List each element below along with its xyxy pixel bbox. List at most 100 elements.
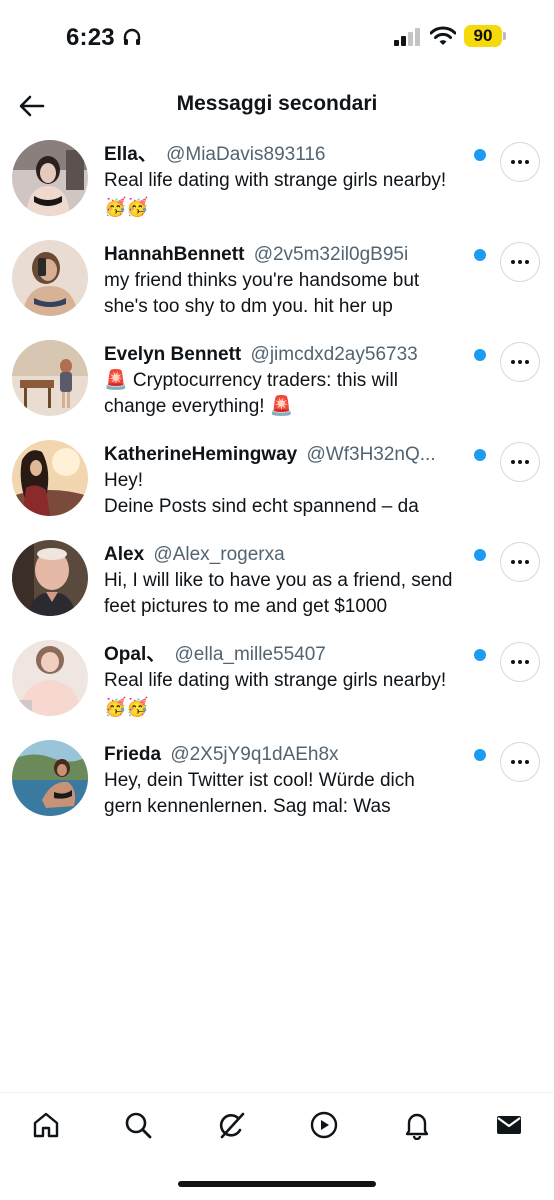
sender-name: Frieda xyxy=(104,744,162,765)
nav-video[interactable] xyxy=(308,1109,340,1141)
sender-handle: @ella_mille55407 xyxy=(174,644,326,665)
more-options-button[interactable] xyxy=(500,742,540,782)
grok-icon xyxy=(219,1112,245,1139)
message-header: Frieda @2X5jY9q1dAEh8x xyxy=(104,743,462,767)
more-options-button[interactable] xyxy=(500,642,540,682)
avatar[interactable] xyxy=(12,340,88,416)
message-header: Opal、 @ella_mille55407 xyxy=(104,643,462,667)
unread-dot xyxy=(474,649,486,661)
avatar[interactable] xyxy=(12,640,88,716)
message-preview: Real life dating with strange girls near… xyxy=(104,168,490,220)
home-icon xyxy=(33,1112,59,1138)
message-header: Evelyn Bennett @jimcdxd2ay56733 xyxy=(104,343,462,367)
message-line: Deine Posts sind echt spannend – da xyxy=(104,496,419,517)
message-preview: Hey, dein Twitter ist cool! Würde dich g… xyxy=(104,768,490,820)
unread-dot xyxy=(474,749,486,761)
battery-icon: 90 xyxy=(464,25,502,47)
message-preview: Hey! Deine Posts sind echt spannend – da xyxy=(104,468,490,520)
message-item[interactable]: KatherineHemingway @Wf3H32nQ... Hey! Dei… xyxy=(0,434,554,534)
avatar[interactable] xyxy=(12,740,88,816)
unread-dot xyxy=(474,549,486,561)
wifi-icon xyxy=(430,26,456,45)
notifications-icon xyxy=(405,1113,429,1140)
message-line: feet pictures to me and get $1000 xyxy=(104,596,388,617)
nav-messages[interactable] xyxy=(493,1109,525,1141)
message-list: Ella、 @MiaDavis893116 Real life dating w… xyxy=(0,134,554,834)
sender-handle: @Wf3H32nQ... xyxy=(306,444,436,465)
message-line: Hey, dein Twitter ist cool! Würde dich xyxy=(104,770,415,791)
sender-handle: @Alex_rogerxa xyxy=(153,544,285,565)
message-preview: Real life dating with strange girls near… xyxy=(104,668,490,720)
message-line: Hi, I will like to have you as a friend,… xyxy=(104,570,453,591)
message-line: my friend thinks you're handsome but xyxy=(104,270,420,291)
message-header: Ella、 @MiaDavis893116 xyxy=(104,143,462,167)
nav-home[interactable] xyxy=(30,1109,62,1141)
sender-handle: @MiaDavis893116 xyxy=(166,144,326,165)
more-icon xyxy=(511,760,529,764)
nav-notifications[interactable] xyxy=(401,1109,433,1141)
message-header: HannahBennett @2v5m32il0gB95i xyxy=(104,243,462,267)
bottom-nav xyxy=(0,1092,554,1159)
more-options-button[interactable] xyxy=(500,442,540,482)
avatar[interactable] xyxy=(12,440,88,516)
message-body: Ella、 @MiaDavis893116 Real life dating w… xyxy=(104,143,474,220)
message-item[interactable]: Ella、 @MiaDavis893116 Real life dating w… xyxy=(0,134,554,234)
status-time: 6:23 xyxy=(66,24,115,51)
message-body: KatherineHemingway @Wf3H32nQ... Hey! Dei… xyxy=(104,443,474,520)
battery-tip xyxy=(503,32,506,40)
message-line: Real life dating with strange girls near… xyxy=(104,170,447,191)
sender-name: Opal、 xyxy=(104,644,166,665)
sender-name: Evelyn Bennett xyxy=(104,344,242,365)
message-item[interactable]: Alex @Alex_rogerxa Hi, I will like to ha… xyxy=(0,534,554,634)
avatar[interactable] xyxy=(12,240,88,316)
header: Messaggi secondari xyxy=(0,78,554,134)
sender-handle: @2X5jY9q1dAEh8x xyxy=(170,744,339,765)
nav-search[interactable] xyxy=(122,1109,154,1141)
more-options-button[interactable] xyxy=(500,242,540,282)
message-item[interactable]: Evelyn Bennett @jimcdxd2ay56733 🚨 Crypto… xyxy=(0,334,554,434)
message-line: 🥳🥳 xyxy=(104,197,149,217)
message-preview: Hi, I will like to have you as a friend,… xyxy=(104,568,490,620)
unread-dot xyxy=(474,149,486,161)
sender-handle: @jimcdxd2ay56733 xyxy=(250,344,418,365)
nav-grok[interactable] xyxy=(215,1109,247,1141)
message-preview: 🚨 Cryptocurrency traders: this will chan… xyxy=(104,368,490,420)
home-indicator xyxy=(178,1181,376,1187)
messages-icon xyxy=(497,1116,521,1134)
message-line: she's too shy to dm you. hit her up xyxy=(104,296,393,317)
video-icon xyxy=(310,1111,338,1139)
sender-name: HannahBennett xyxy=(104,244,245,265)
message-line: gern kennenlernen. Sag mal: Was xyxy=(104,796,391,817)
more-options-button[interactable] xyxy=(500,542,540,582)
message-line: Real life dating with strange girls near… xyxy=(104,670,447,691)
message-body: Evelyn Bennett @jimcdxd2ay56733 🚨 Crypto… xyxy=(104,343,474,420)
sender-name: Alex xyxy=(104,544,145,565)
message-body: Alex @Alex_rogerxa Hi, I will like to ha… xyxy=(104,543,474,620)
message-body: HannahBennett @2v5m32il0gB95i my friend … xyxy=(104,243,474,320)
more-icon xyxy=(511,360,529,364)
message-preview: my friend thinks you're handsome but she… xyxy=(104,268,490,320)
avatar[interactable] xyxy=(12,540,88,616)
more-icon xyxy=(511,260,529,264)
message-item[interactable]: Frieda @2X5jY9q1dAEh8x Hey, dein Twitter… xyxy=(0,734,554,834)
message-line: Hey! xyxy=(104,470,144,491)
more-options-button[interactable] xyxy=(500,342,540,382)
avatar[interactable] xyxy=(12,140,88,216)
unread-dot xyxy=(474,449,486,461)
sender-name: KatherineHemingway xyxy=(104,444,298,465)
unread-dot xyxy=(474,249,486,261)
message-line: 🚨 Cryptocurrency traders: this will xyxy=(104,370,398,391)
more-icon xyxy=(511,460,529,464)
unread-dot xyxy=(474,349,486,361)
more-options-button[interactable] xyxy=(500,142,540,182)
message-item[interactable]: Opal、 @ella_mille55407 Real life dating … xyxy=(0,634,554,734)
message-line: 🥳🥳 xyxy=(104,697,149,717)
more-icon xyxy=(511,560,529,564)
message-header: Alex @Alex_rogerxa xyxy=(104,543,462,567)
status-bar: 6:23 90 xyxy=(0,0,554,72)
sender-name: Ella、 xyxy=(104,144,157,165)
more-icon xyxy=(511,160,529,164)
message-item[interactable]: HannahBennett @2v5m32il0gB95i my friend … xyxy=(0,234,554,334)
headphones-icon xyxy=(123,28,141,45)
message-body: Frieda @2X5jY9q1dAEh8x Hey, dein Twitter… xyxy=(104,743,474,820)
